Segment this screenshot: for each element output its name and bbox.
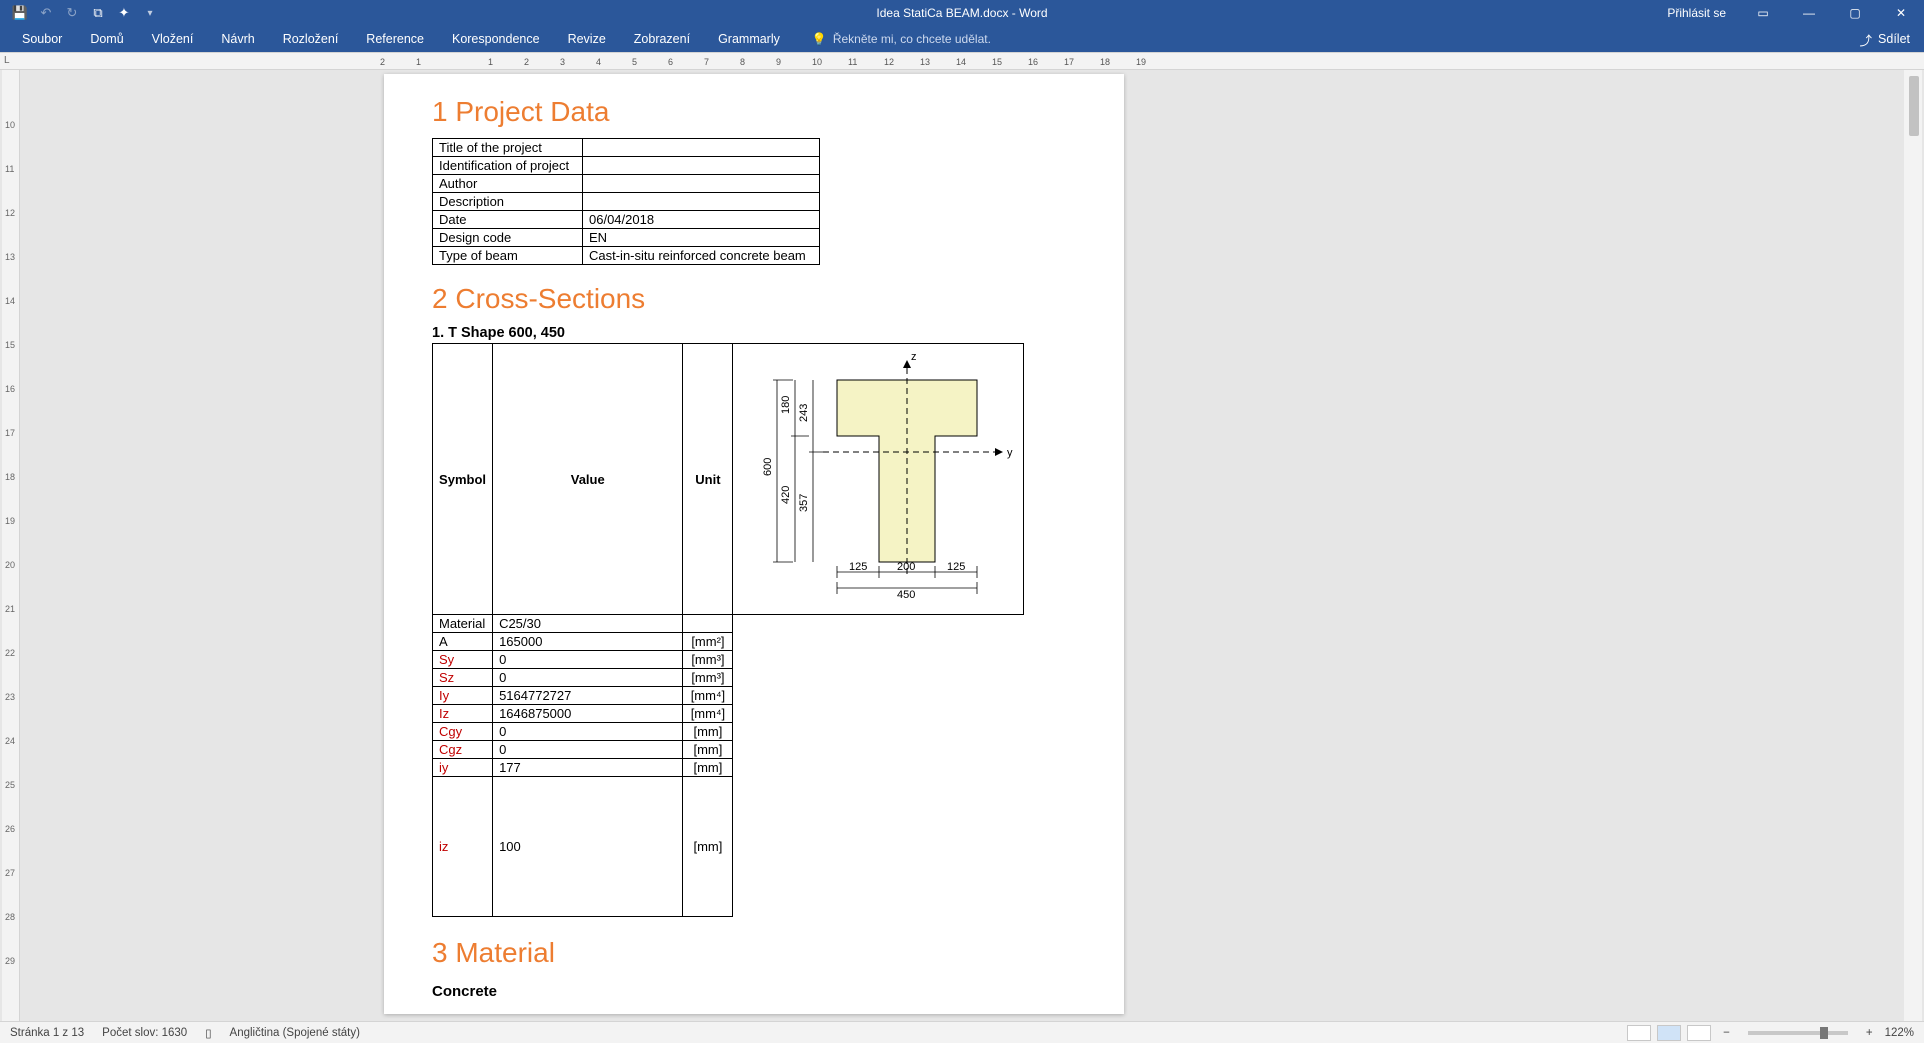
tab-revize[interactable]: Revize [554, 26, 620, 52]
maximize-icon[interactable]: ▢ [1832, 0, 1878, 26]
diagram-cell: y z [733, 344, 1024, 615]
tab-zobrazeni[interactable]: Zobrazení [620, 26, 704, 52]
zoom-percentage[interactable]: 122% [1885, 1027, 1914, 1039]
project-data-table: Title of the projectIdentification of pr… [432, 138, 820, 265]
dim-125b: 125 [947, 561, 965, 573]
zoom-slider[interactable] [1748, 1031, 1848, 1035]
table-row: Identification of project [433, 157, 820, 175]
tab-domu[interactable]: Domů [76, 26, 137, 52]
touch-mode-icon[interactable]: ⧉ [90, 5, 106, 21]
lightbulb-icon: 💡 [812, 32, 827, 46]
heading-cross-sections: 2 Cross-Sections [432, 283, 1076, 315]
cross-section-title: 1. T Shape 600, 450 [432, 325, 1076, 341]
table-row: A165000[mm²] [433, 633, 1024, 651]
redo-icon[interactable]: ↻ [64, 5, 80, 21]
axis-y-label: y [1007, 447, 1013, 459]
document-title: Idea StatiCa BEAM.docx - Word [876, 6, 1047, 20]
document-page: 1 Project Data Title of the projectIdent… [384, 74, 1124, 1014]
view-read-mode[interactable] [1627, 1025, 1651, 1041]
tellme-placeholder: Řekněte mi, co chcete udělat. [833, 32, 991, 46]
concrete-heading: Concrete [432, 983, 1076, 1000]
cross-section-table: Symbol Value Unit y [432, 343, 1024, 917]
table-row: Cgz0[mm] [433, 741, 1024, 759]
dim-357: 357 [798, 494, 810, 512]
table-row: Description [433, 193, 820, 211]
table-row: Sy0[mm³] [433, 651, 1024, 669]
view-print-layout[interactable] [1657, 1025, 1681, 1041]
scrollbar-thumb[interactable] [1909, 76, 1919, 136]
tellme-search[interactable]: 💡 Řekněte mi, co chcete udělat. [794, 32, 991, 46]
save-icon[interactable]: 💾 [12, 5, 28, 21]
table-row: iz100[mm] [433, 777, 1024, 917]
tab-grammarly[interactable]: Grammarly [704, 26, 794, 52]
tab-korespondence[interactable]: Korespondence [438, 26, 554, 52]
tab-navrh[interactable]: Návrh [207, 26, 268, 52]
qat-customize-icon[interactable]: ▾ [142, 5, 158, 21]
table-row: Author [433, 175, 820, 193]
horizontal-ruler[interactable]: L 2112345678910111213141516171819 [0, 52, 1924, 70]
ribbon-tabs: Soubor Domů Vložení Návrh Rozložení Refe… [0, 26, 1924, 52]
share-button[interactable]: ⤴ Sdílet [1860, 30, 1910, 49]
table-row: Sz0[mm³] [433, 669, 1024, 687]
zoom-in-button[interactable]: + [1860, 1027, 1879, 1039]
header-symbol: Symbol [433, 344, 493, 615]
table-row: Design codeEN [433, 229, 820, 247]
signin-button[interactable]: Přihlásit se [1653, 6, 1740, 20]
dim-243: 243 [798, 404, 810, 422]
axis-z-label: z [911, 351, 917, 363]
zoom-out-button[interactable]: − [1717, 1027, 1736, 1039]
status-bar: Stránka 1 z 13 Počet slov: 1630 ▯ Anglič… [0, 1021, 1924, 1043]
table-row: Iz1646875000[mm⁴] [433, 705, 1024, 723]
dim-450: 450 [897, 589, 915, 601]
status-words[interactable]: Počet slov: 1630 [102, 1027, 187, 1039]
titlebar: 💾 ↶ ↻ ⧉ ✦ ▾ Idea StatiCa BEAM.docx - Wor… [0, 0, 1924, 26]
addin-icon[interactable]: ✦ [116, 5, 132, 21]
quick-access-toolbar: 💾 ↶ ↻ ⧉ ✦ ▾ [0, 5, 158, 21]
ribbon-options-icon[interactable]: ▭ [1740, 0, 1786, 26]
cross-section-diagram: y z [733, 344, 1021, 614]
status-page[interactable]: Stránka 1 z 13 [10, 1027, 84, 1039]
tab-reference[interactable]: Reference [352, 26, 438, 52]
table-row: MaterialC25/30 [433, 615, 1024, 633]
dim-600: 600 [762, 458, 774, 476]
zoom-knob[interactable] [1820, 1027, 1828, 1039]
vertical-ruler[interactable]: 1011121314151617181920212223242526272829 [2, 70, 20, 1021]
dim-180: 180 [780, 396, 792, 414]
status-language[interactable]: Angličtina (Spojené státy) [230, 1027, 360, 1039]
dim-200: 200 [897, 561, 915, 573]
ruler-corner: L [4, 55, 10, 66]
minimize-icon[interactable]: — [1786, 0, 1832, 26]
share-label: Sdílet [1878, 32, 1910, 46]
heading-project-data: 1 Project Data [432, 96, 1076, 128]
table-row: Title of the project [433, 139, 820, 157]
table-row: iy177[mm] [433, 759, 1024, 777]
tab-vlozeni[interactable]: Vložení [138, 26, 208, 52]
undo-icon[interactable]: ↶ [38, 5, 54, 21]
vertical-scrollbar[interactable] [1904, 70, 1922, 1021]
dim-125a: 125 [849, 561, 867, 573]
tab-rozlozeni[interactable]: Rozložení [269, 26, 353, 52]
table-row: Date06/04/2018 [433, 211, 820, 229]
close-icon[interactable]: ✕ [1878, 0, 1924, 26]
header-unit: Unit [683, 344, 733, 615]
document-workspace: 1011121314151617181920212223242526272829… [0, 70, 1924, 1021]
heading-material: 3 Material [432, 937, 1076, 969]
proofing-icon[interactable]: ▯ [205, 1026, 211, 1040]
view-web-layout[interactable] [1687, 1025, 1711, 1041]
table-row: Cgy0[mm] [433, 723, 1024, 741]
dim-420: 420 [780, 486, 792, 504]
header-value: Value [493, 344, 683, 615]
table-row: Iy5164772727[mm⁴] [433, 687, 1024, 705]
share-icon: ⤴ [1860, 30, 1873, 49]
tab-soubor[interactable]: Soubor [8, 26, 76, 52]
table-row: Type of beamCast-in-situ reinforced conc… [433, 247, 820, 265]
